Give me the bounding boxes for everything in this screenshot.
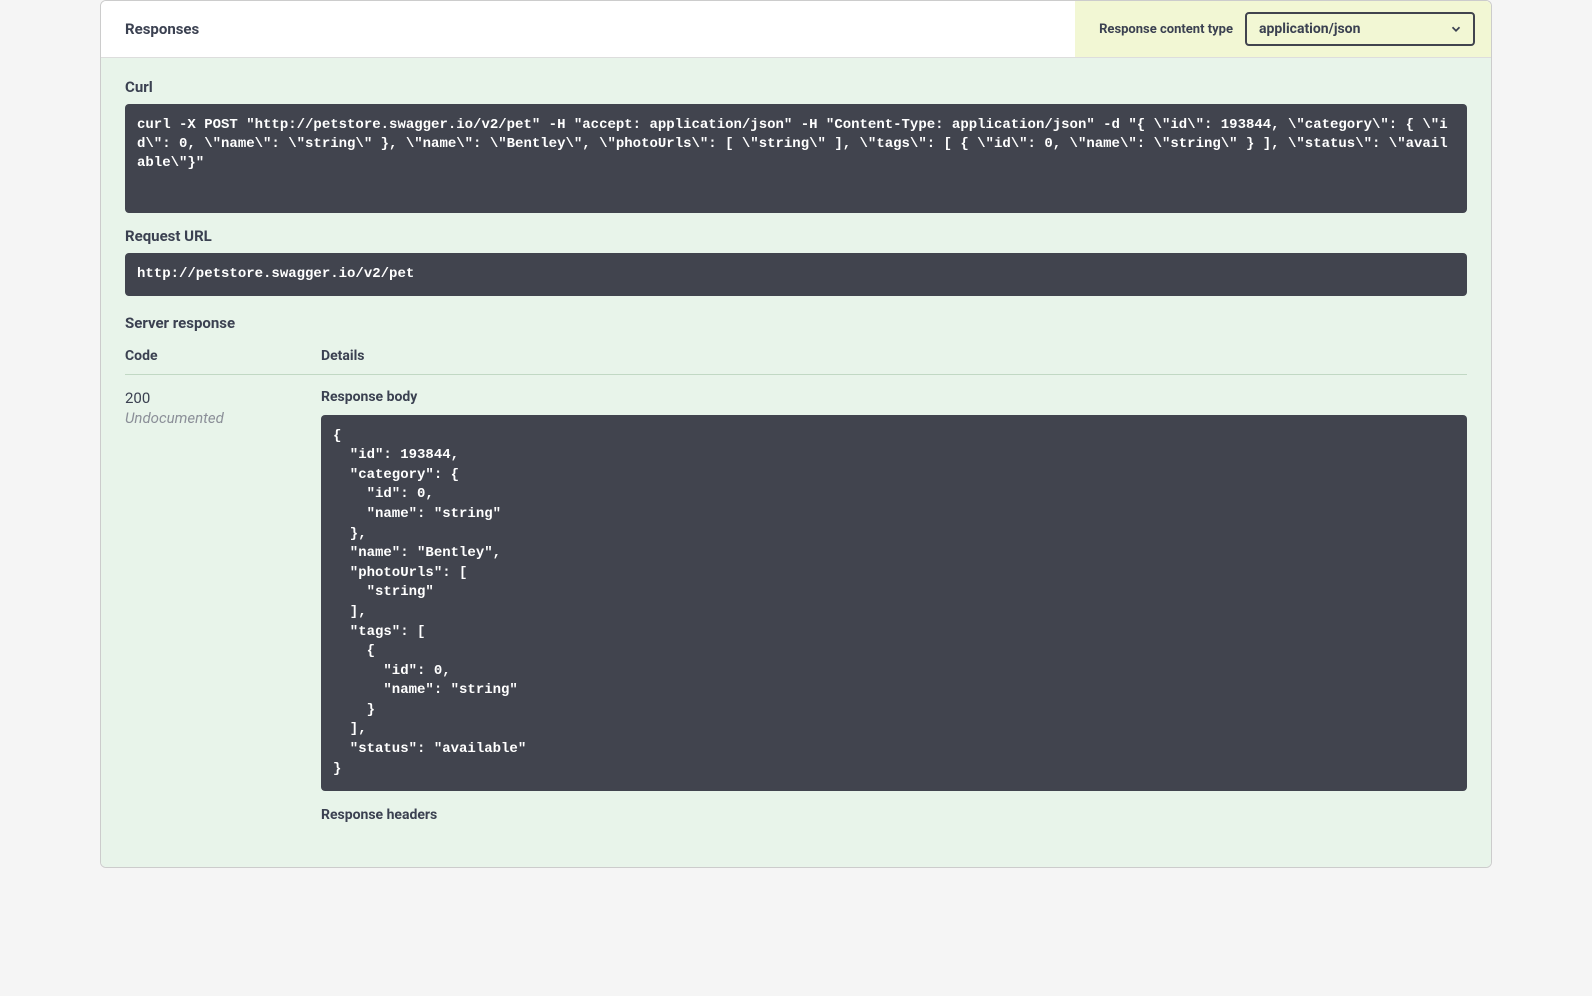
response-details-column: Response body { "id": 193844, "category"… xyxy=(321,389,1467,834)
response-body-label: Response body xyxy=(321,389,1467,405)
server-response-label: Server response xyxy=(125,314,1467,332)
content-type-region: Response content type application/json xyxy=(1075,1,1491,57)
responses-title: Responses xyxy=(101,20,199,38)
response-undocumented-label: Undocumented xyxy=(125,409,321,427)
responses-content: Curl curl -X POST "http://petstore.swagg… xyxy=(101,58,1491,867)
details-column-header: Details xyxy=(321,348,1467,364)
responses-header-bar: Responses Response content type applicat… xyxy=(101,1,1491,58)
response-table-header: Code Details xyxy=(125,336,1467,375)
content-type-select[interactable]: application/json xyxy=(1245,12,1475,46)
request-url-label: Request URL xyxy=(125,227,1467,245)
response-code-value: 200 xyxy=(125,389,321,407)
response-body-block[interactable]: { "id": 193844, "category": { "id": 0, "… xyxy=(321,415,1467,792)
content-type-value: application/json xyxy=(1259,21,1360,37)
code-column-header: Code xyxy=(125,348,321,364)
content-type-label: Response content type xyxy=(1099,22,1233,37)
swagger-responses-panel: Responses Response content type applicat… xyxy=(100,0,1492,868)
response-code-column: 200 Undocumented xyxy=(125,389,321,834)
chevron-down-icon xyxy=(1449,22,1463,36)
response-row: 200 Undocumented Response body { "id": 1… xyxy=(125,389,1467,834)
response-headers-label: Response headers xyxy=(321,807,1467,823)
curl-label: Curl xyxy=(125,78,1467,96)
curl-command-block[interactable]: curl -X POST "http://petstore.swagger.io… xyxy=(125,104,1467,213)
request-url-block[interactable]: http://petstore.swagger.io/v2/pet xyxy=(125,253,1467,296)
